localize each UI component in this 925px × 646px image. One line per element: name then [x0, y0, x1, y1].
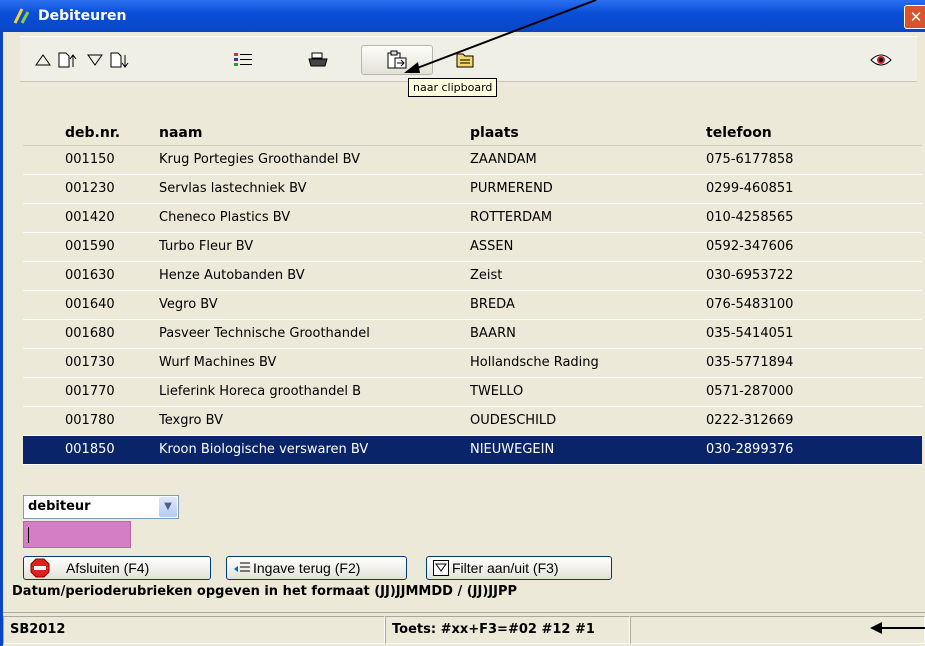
table-row[interactable]: 001630 Henze Autobanden BV Zeist 030-695372… — [23, 262, 922, 291]
cell-plaats: NIEUWEGEIN — [470, 442, 555, 457]
cell-plaats: TWELLO — [470, 384, 524, 399]
cell-debnr: 001730 — [65, 355, 115, 370]
cell-telefoon: 035-5771894 — [706, 355, 794, 370]
cell-naam: Kroon Biologische verswaren BV — [159, 442, 369, 457]
eye-icon[interactable] — [868, 45, 894, 75]
cell-debnr: 001420 — [65, 210, 115, 225]
cell-debnr: 001230 — [65, 181, 115, 196]
status-panel-right — [630, 616, 925, 644]
sort-down-document-icon[interactable] — [108, 45, 130, 75]
table-row[interactable]: 001230 Servlas lastechniek BV PURMEREND 029… — [23, 175, 922, 204]
cell-plaats: ZAANDAM — [470, 152, 537, 167]
cell-telefoon: 010-4258565 — [706, 210, 794, 225]
cell-debnr: 001640 — [65, 297, 115, 312]
debtor-table: deb.nr. naam plaats telefoon 001150 Krug … — [23, 121, 922, 465]
filter-button[interactable]: Filter aan/uit (F3) — [426, 556, 612, 580]
table-row[interactable]: 001780 Texgro BV OUDESCHILD 0222-312669 — [23, 407, 922, 436]
table-header: deb.nr. naam plaats telefoon — [23, 121, 922, 146]
export-folder-icon[interactable] — [452, 45, 478, 75]
clipboard-button[interactable] — [361, 45, 433, 75]
cell-naam: Krug Portegies Groothandel BV — [159, 152, 361, 167]
title-bar: Debiteuren ✕ — [0, 0, 925, 32]
printer-icon[interactable] — [305, 45, 331, 75]
cell-plaats: ROTTERDAM — [470, 210, 553, 225]
clipboard-icon — [387, 50, 407, 69]
close-button[interactable]: Afsluiten (F4) — [23, 556, 211, 580]
back-button-label: Ingave terug (F2) — [253, 560, 361, 576]
cell-debnr: 001780 — [65, 413, 115, 428]
cell-telefoon: 0299-460851 — [706, 181, 794, 196]
cell-naam: Servlas lastechniek BV — [159, 181, 307, 196]
cell-naam: Wurf Machines BV — [159, 355, 277, 370]
cell-plaats: BREDA — [470, 297, 515, 312]
sort-ascending-icon[interactable] — [32, 45, 54, 75]
cell-naam: Cheneco Plastics BV — [159, 210, 291, 225]
sort-up-document-icon[interactable] — [56, 45, 78, 75]
undo-list-icon — [234, 562, 250, 572]
cell-telefoon: 0592-347606 — [706, 239, 794, 254]
status-panel-middle: Toets: #xx+F3=#02 #12 #1 — [385, 616, 630, 644]
cell-debnr: 001630 — [65, 268, 115, 283]
chevron-down-icon[interactable]: ▼ — [159, 497, 177, 517]
cell-debnr: 001680 — [65, 326, 115, 341]
cell-telefoon: 0571-287000 — [706, 384, 794, 399]
cell-debnr: 001150 — [65, 152, 115, 167]
search-input[interactable] — [23, 521, 131, 548]
table-body: 001150 Krug Portegies Groothandel BV ZAAND… — [23, 146, 922, 465]
stop-icon — [30, 558, 50, 578]
cell-telefoon: 030-2899376 — [706, 442, 794, 457]
column-header-naam[interactable]: naam — [159, 125, 202, 141]
column-header-plaats[interactable]: plaats — [470, 125, 519, 141]
cell-plaats: ASSEN — [470, 239, 514, 254]
list-options-icon[interactable] — [230, 45, 256, 75]
cell-debnr: 001770 — [65, 384, 115, 399]
back-button[interactable]: Ingave terug (F2) — [226, 556, 407, 580]
cell-telefoon: 0222-312669 — [706, 413, 794, 428]
cell-naam: Turbo Fleur BV — [159, 239, 254, 254]
table-row[interactable]: 001730 Wurf Machines BV Hollandsche Rading… — [23, 349, 922, 378]
table-row[interactable]: 001150 Krug Portegies Groothandel BV ZAAND… — [23, 146, 922, 175]
column-header-debnr[interactable]: deb.nr. — [65, 125, 120, 141]
status-panel-left: SB2012 — [3, 616, 385, 644]
column-header-telefoon[interactable]: telefoon — [706, 125, 772, 141]
format-hint: Datum/perioderubrieken opgeven in het fo… — [12, 584, 518, 599]
cell-naam: Texgro BV — [159, 413, 224, 428]
status-bar: SB2012 Toets: #xx+F3=#02 #12 #1 — [3, 612, 925, 646]
table-row[interactable]: 001420 Cheneco Plastics BV ROTTERDAM 010-42… — [23, 204, 922, 233]
table-row[interactable]: 001850 Kroon Biologische verswaren BV NIEU… — [23, 436, 922, 465]
filter-icon — [433, 560, 449, 576]
cell-debnr: 001850 — [65, 442, 115, 457]
cell-plaats: PURMEREND — [470, 181, 553, 196]
close-button-label: Afsluiten (F4) — [66, 560, 150, 576]
cell-telefoon: 030-6953722 — [706, 268, 794, 283]
filter-button-label: Filter aan/uit (F3) — [452, 560, 559, 576]
cell-telefoon: 035-5414051 — [706, 326, 794, 341]
text-caret — [28, 527, 29, 543]
table-row[interactable]: 001770 Lieferink Horeca groothandel B TWEL… — [23, 378, 922, 407]
cell-naam: Henze Autobanden BV — [159, 268, 305, 283]
app-logo-icon — [13, 8, 30, 24]
tooltip: naar clipboard — [408, 78, 498, 97]
cell-plaats: Zeist — [470, 268, 503, 283]
search-field-select[interactable]: debiteur ▼ — [23, 495, 179, 519]
close-window-button[interactable]: ✕ — [904, 5, 925, 29]
cell-plaats: OUDESCHILD — [470, 413, 557, 428]
cell-plaats: Hollandsche Rading — [470, 355, 599, 370]
cell-debnr: 001590 — [65, 239, 115, 254]
cell-telefoon: 075-6177858 — [706, 152, 794, 167]
window-title: Debiteuren — [38, 8, 127, 24]
table-row[interactable]: 001590 Turbo Fleur BV ASSEN 0592-347606 — [23, 233, 922, 262]
cell-naam: Pasveer Technische Groothandel — [159, 326, 370, 341]
cell-telefoon: 076-5483100 — [706, 297, 794, 312]
sort-descending-icon[interactable] — [84, 45, 106, 75]
cell-plaats: BAARN — [470, 326, 516, 341]
toolbar — [20, 36, 917, 82]
cell-naam: Vegro BV — [159, 297, 218, 312]
table-row[interactable]: 001680 Pasveer Technische Groothandel BAAR… — [23, 320, 922, 349]
search-field-select-value: debiteur — [28, 499, 91, 514]
cell-naam: Lieferink Horeca groothandel B — [159, 384, 361, 399]
table-row[interactable]: 001640 Vegro BV BREDA 076-5483100 — [23, 291, 922, 320]
